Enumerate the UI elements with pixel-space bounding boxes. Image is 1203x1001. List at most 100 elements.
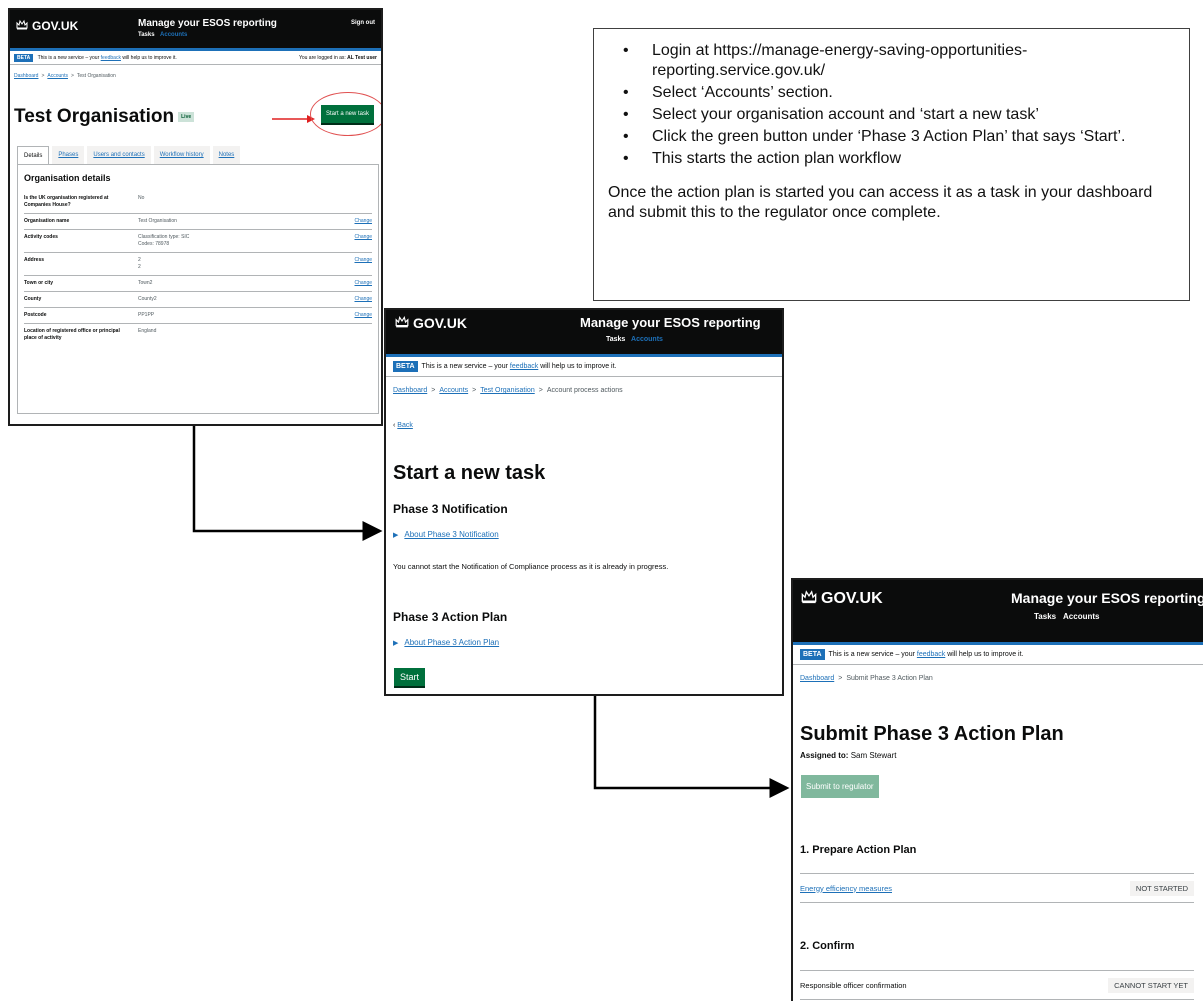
notification-details-link[interactable]: About Phase 3 Notification <box>404 530 498 539</box>
table-row: Is the UK organisation registered at Com… <box>24 191 372 214</box>
table-row: Activity codes Classification type: SIC … <box>24 230 372 253</box>
logged-in-label: You are logged in as: <box>298 54 346 61</box>
beta-text-pre: This is a new service – your <box>828 651 915 658</box>
triangle-right-icon: ▶ <box>393 532 399 539</box>
gov-header: GOV.UK Manage your ESOS reporting Tasks … <box>10 10 381 48</box>
task-row: Responsible officer confirmation CANNOT … <box>800 970 1194 1000</box>
change-link[interactable]: Change <box>354 234 372 240</box>
instruction-item: Login at https://manage-energy-saving-op… <box>608 41 1175 81</box>
feedback-link[interactable]: feedback <box>101 55 121 61</box>
change-link[interactable]: Change <box>354 218 372 224</box>
row-value: Classification type: SIC Codes: 78978 <box>138 234 342 248</box>
breadcrumb-dashboard[interactable]: Dashboard <box>800 675 834 682</box>
nav-accounts[interactable]: Accounts <box>631 336 663 343</box>
tab-phases-link[interactable]: Phases <box>58 152 78 158</box>
breadcrumb-current: Account process actions <box>546 387 623 394</box>
beta-tag: BETA <box>14 53 34 62</box>
table-row: Organisation name Test Organisation Chan… <box>24 214 372 230</box>
table-row: Town or city Town2 Change <box>24 276 372 292</box>
breadcrumb-separator: > <box>472 387 477 394</box>
row-value: Test Organisation <box>138 218 177 224</box>
row-value: 2 2 <box>138 257 342 271</box>
nav-accounts[interactable]: Accounts <box>160 32 187 38</box>
breadcrumb-accounts[interactable]: Accounts <box>47 73 68 79</box>
header-nav: Tasks Accounts <box>1034 612 1104 621</box>
tab-phases[interactable]: Phases <box>52 146 85 164</box>
feedback-link[interactable]: feedback <box>917 651 945 658</box>
instruction-item: This starts the action plan workflow <box>608 149 1175 169</box>
row-value: County2 <box>138 296 157 302</box>
beta-text-post: will help us to improve it. <box>947 651 1024 658</box>
gov-header: GOV.UK Manage your ESOS reporting Tasks … <box>793 580 1203 642</box>
service-name[interactable]: Manage your ESOS reporting <box>580 315 761 330</box>
nav-tasks[interactable]: Tasks <box>138 32 155 38</box>
table-row: County County2 Change <box>24 292 372 308</box>
change-link[interactable]: Change <box>354 296 372 302</box>
breadcrumb-current: Test Organisation <box>76 73 116 79</box>
assigned-label: Assigned to: <box>800 751 849 760</box>
panel-title: Organisation details <box>24 173 111 183</box>
tab-details[interactable]: Details <box>17 146 50 164</box>
row-key: County <box>24 296 42 302</box>
nav-tasks[interactable]: Tasks <box>606 336 625 343</box>
row-value: Town2 <box>138 280 153 286</box>
status-badge: NOT STARTED <box>1129 880 1194 896</box>
connector-1-to-2 <box>192 426 383 541</box>
feedback-link[interactable]: feedback <box>510 363 538 370</box>
assigned-name: Sam Stewart <box>850 751 897 760</box>
tab-notes[interactable]: Notes <box>212 146 241 164</box>
change-link[interactable]: Change <box>354 280 372 286</box>
beta-text-pre: This is a new service – your <box>37 54 100 61</box>
beta-banner: BETA This is a new service – your feedba… <box>386 357 782 377</box>
table-row: Location of registered office or princip… <box>24 324 372 346</box>
service-name[interactable]: Manage your ESOS reporting <box>138 18 277 29</box>
back-link[interactable]: ‹ Back <box>393 422 413 429</box>
action-plan-details[interactable]: ▶ About Phase 3 Action Plan <box>393 638 499 647</box>
gov-logo[interactable]: GOV.UK <box>16 19 78 33</box>
row-action-empty <box>342 195 372 209</box>
gov-logo[interactable]: GOV.UK <box>395 315 467 331</box>
breadcrumb-test-organisation[interactable]: Test Organisation <box>480 387 534 394</box>
chevron-left-icon: ‹ <box>393 422 396 429</box>
status-badge: Live <box>178 111 195 122</box>
tab-users-link[interactable]: Users and contacts <box>93 152 144 158</box>
screenshot-organisation-details: GOV.UK Manage your ESOS reporting Tasks … <box>8 8 383 426</box>
tab-workflow-history[interactable]: Workflow history <box>153 146 210 164</box>
breadcrumb-separator: > <box>538 387 543 394</box>
nav-tasks[interactable]: Tasks <box>1034 612 1056 621</box>
sign-out-link[interactable]: Sign out <box>351 20 375 26</box>
tab-workflow-link[interactable]: Workflow history <box>160 152 204 158</box>
action-plan-details-link[interactable]: About Phase 3 Action Plan <box>404 638 499 647</box>
notification-heading: Phase 3 Notification <box>393 502 508 516</box>
tabs: Details Phases Users and contacts Workfl… <box>17 146 243 164</box>
triangle-right-icon: ▶ <box>393 640 399 647</box>
breadcrumb-dashboard[interactable]: Dashboard <box>14 73 38 79</box>
tab-notes-link[interactable]: Notes <box>219 152 235 158</box>
tab-users-and-contacts[interactable]: Users and contacts <box>87 146 151 164</box>
notification-details[interactable]: ▶ About Phase 3 Notification <box>393 530 499 539</box>
crown-icon <box>16 19 28 33</box>
organisation-details-panel: Organisation details Is the UK organisat… <box>17 164 379 414</box>
row-key: Is the UK organisation registered at Com… <box>24 195 109 208</box>
breadcrumb-dashboard[interactable]: Dashboard <box>393 387 427 394</box>
row-value-line: 2 <box>138 264 141 270</box>
start-button[interactable]: Start <box>394 668 426 686</box>
crown-icon <box>801 589 817 609</box>
gov-logo[interactable]: GOV.UK <box>801 589 883 609</box>
start-new-task-button[interactable]: Start a new task <box>321 105 375 123</box>
beta-banner: BETA This is a new service – your feedba… <box>10 51 381 65</box>
row-value: England <box>138 328 157 334</box>
nav-accounts[interactable]: Accounts <box>1063 612 1099 621</box>
service-name[interactable]: Manage your ESOS reporting <box>1011 590 1203 606</box>
back-link-text[interactable]: Back <box>397 422 413 429</box>
change-link[interactable]: Change <box>354 312 372 318</box>
breadcrumb-accounts[interactable]: Accounts <box>439 387 468 394</box>
status-badge: CANNOT START YET <box>1108 977 1194 993</box>
change-link[interactable]: Change <box>354 257 372 263</box>
row-key: Organisation name <box>24 218 70 224</box>
submit-to-regulator-button[interactable]: Submit to regulator <box>801 775 879 798</box>
task-energy-efficiency-link[interactable]: Energy efficiency measures <box>800 884 892 893</box>
breadcrumb-current: Submit Phase 3 Action Plan <box>846 675 933 682</box>
page-title: Test Organisation Live <box>14 106 195 128</box>
action-plan-heading: Phase 3 Action Plan <box>393 610 508 624</box>
